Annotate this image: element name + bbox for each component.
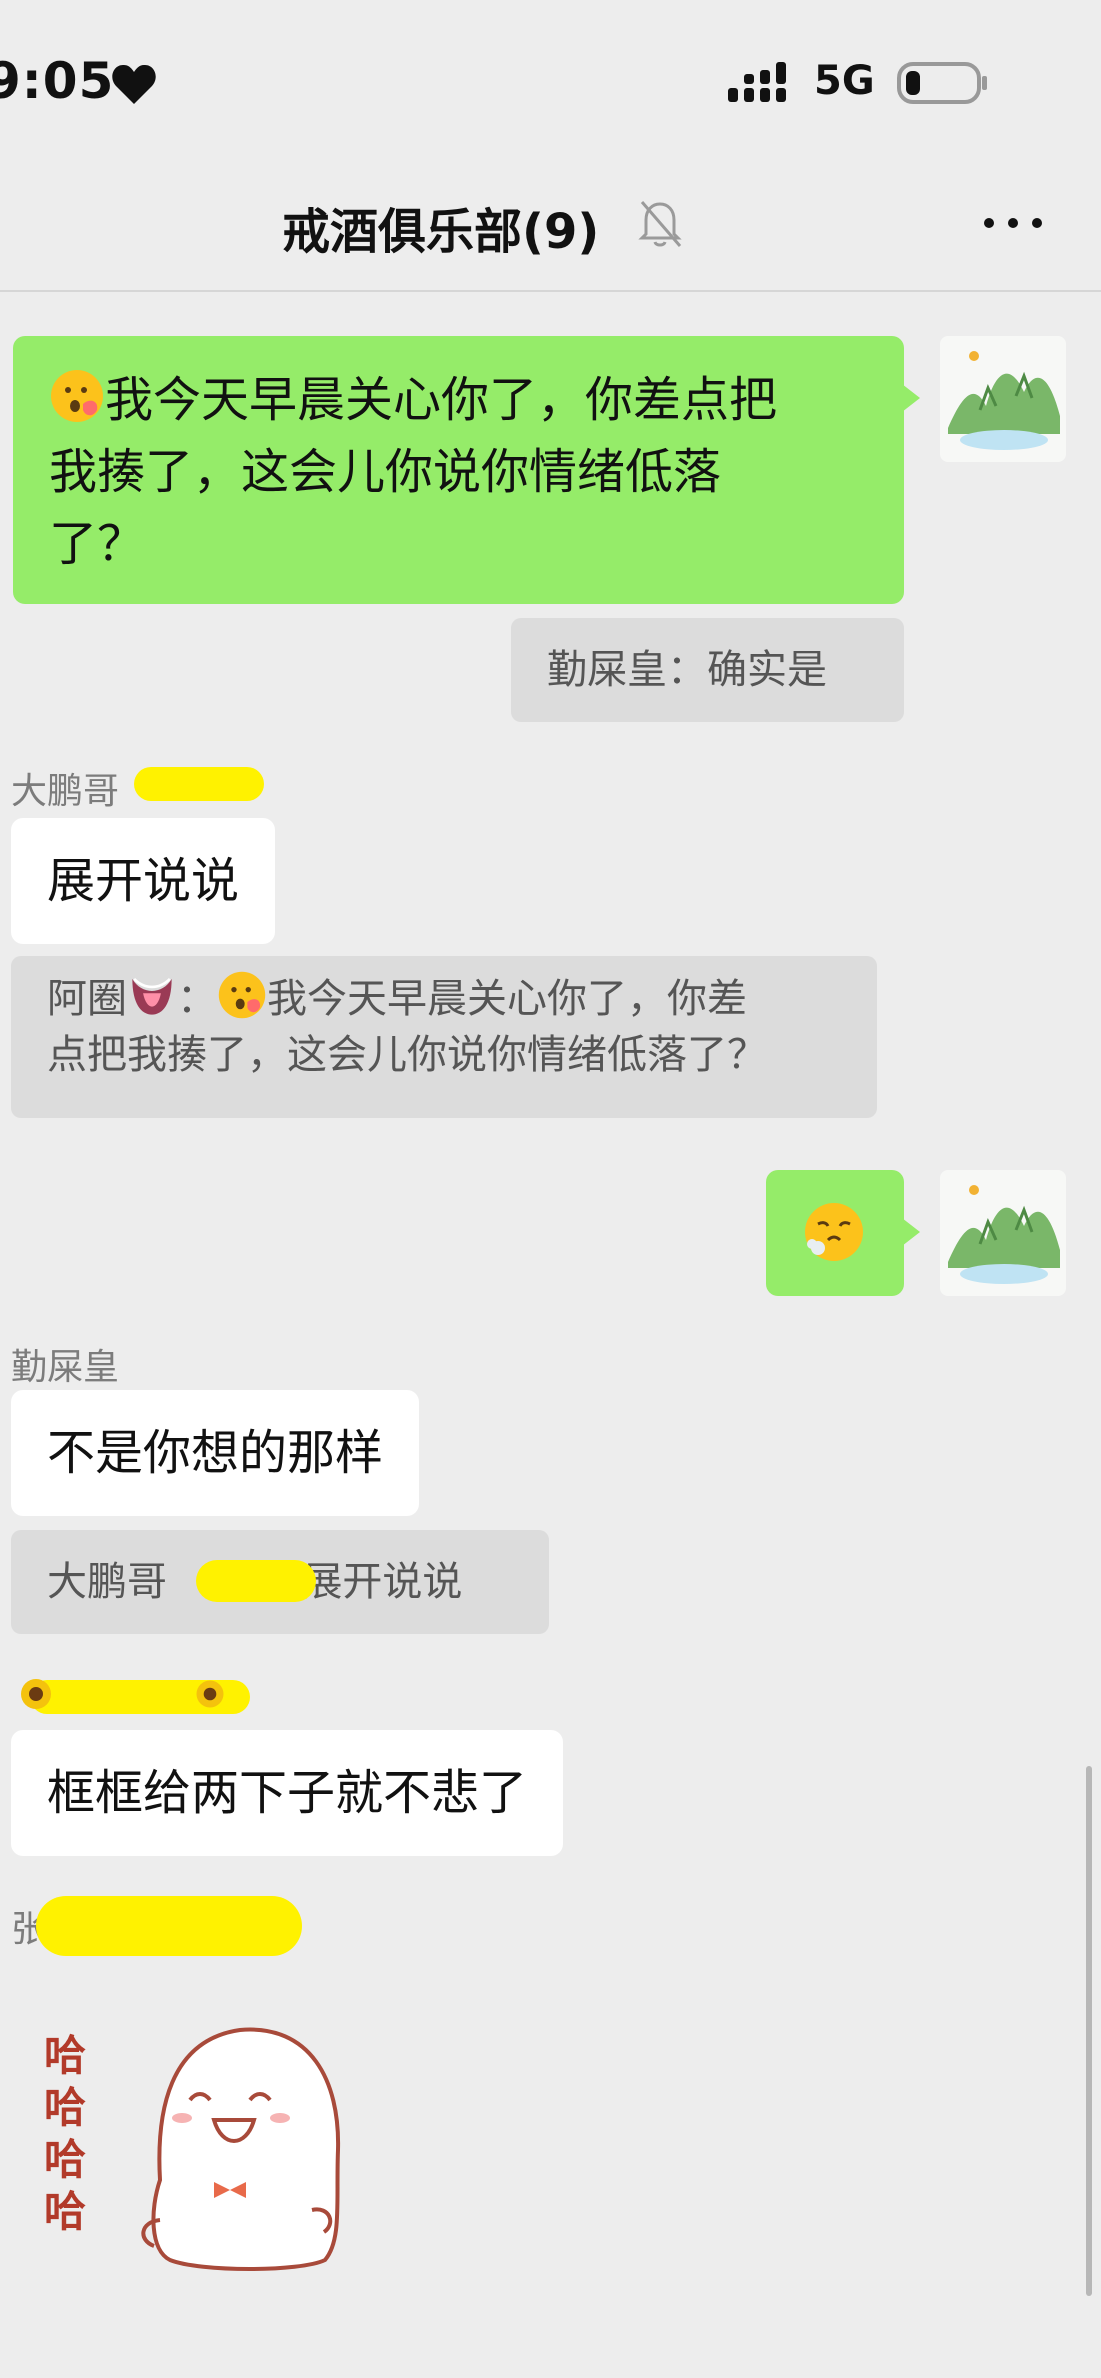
quote-text-line: 点把我揍了，这会儿你说你情绪低落了？ <box>47 1032 767 1078</box>
sticker-message[interactable]: 哈 哈 哈 哈 <box>30 2010 380 2310</box>
more-options-button[interactable] <box>978 208 1050 238</box>
my-avatar[interactable] <box>940 1170 1066 1296</box>
sender-name: 勤屎皇 <box>11 1338 119 1390</box>
chat-header: 戒酒俱乐部(9) <box>0 160 1101 292</box>
kiss-emoji-icon <box>51 370 103 422</box>
sticker-laugh-text: 哈 哈 哈 哈 <box>30 2030 100 2238</box>
status-bar: 9:05 5G <box>0 0 1101 160</box>
mute-icon <box>638 201 682 247</box>
sender-name-text: 大鹏哥 <box>11 771 120 812</box>
redaction-mark <box>134 767 264 801</box>
message-text: 框框给两下子就不悲了 <box>47 1765 528 1821</box>
message-bubble-incoming[interactable]: 展开说说 <box>11 818 276 944</box>
kiss-emoji-icon <box>218 971 266 1019</box>
quote-author: 大鹏哥 <box>47 1559 167 1605</box>
quoted-reply[interactable]: 阿圈 ： 我今天早晨关心你了，你差 点把我揍了，这会儿你说你情绪低落了？ <box>11 956 877 1118</box>
sunflower-icon <box>196 1680 224 1708</box>
message-text: 我今天早晨关心你了，你差点把 我揍了，这会儿你说你情绪低落 了？ <box>49 372 778 572</box>
more-icon-dot <box>1008 218 1018 228</box>
quote-text: 勤屎皇：确实是 <box>547 647 827 693</box>
more-icon-dot <box>1032 218 1042 228</box>
status-time: 9:05 <box>0 52 115 110</box>
redaction-mark <box>196 1560 316 1602</box>
message-bubble-outgoing[interactable] <box>766 1170 920 1296</box>
scrollbar[interactable] <box>1086 1766 1092 2296</box>
message-text: 不是你想的那样 <box>47 1425 384 1481</box>
mountain-avatar-icon <box>948 351 1060 450</box>
ghost-sticker-icon <box>141 2027 341 2271</box>
quote-sep: ： <box>177 976 217 1022</box>
message-text: 展开说说 <box>47 853 240 909</box>
sticker-char: 哈 <box>43 2135 86 2184</box>
heart-icon <box>112 64 156 104</box>
sticker-char: 哈 <box>43 2083 86 2132</box>
message-bubble-outgoing[interactable]: 我今天早晨关心你了，你差点把 我揍了，这会儿你说你情绪低落 了？ <box>13 336 920 604</box>
sender-name-text: 勤屎皇 <box>11 1347 120 1388</box>
network-label: 5G <box>814 58 875 104</box>
sticker-char: 哈 <box>43 2031 86 2080</box>
mountain-avatar-icon <box>948 1185 1060 1284</box>
sigh-emoji-icon <box>805 1203 863 1261</box>
more-icon <box>984 218 994 228</box>
signal-icon <box>728 62 786 102</box>
chat-title[interactable]: 戒酒俱乐部(9) <box>282 192 599 262</box>
my-avatar[interactable] <box>940 336 1066 462</box>
sunflower-icon <box>21 1679 51 1709</box>
redaction-mark <box>36 1896 302 1956</box>
message-bubble-incoming[interactable]: 框框给两下子就不悲了 <box>11 1730 564 1856</box>
quoted-reply[interactable]: 勤屎皇：确实是 <box>511 618 904 722</box>
quote-text: 我今天早晨关心你了，你差 <box>267 976 747 1022</box>
tongue-emoji-icon <box>132 977 172 1015</box>
message-bubble-incoming[interactable]: 不是你想的那样 <box>11 1390 420 1516</box>
sender-name: 大鹏哥 <box>11 762 119 814</box>
quote-author: 阿圈 <box>47 976 127 1022</box>
quote-text: 展开说说 <box>302 1559 463 1605</box>
battery-icon <box>897 62 987 104</box>
sticker-char: 哈 <box>43 2187 86 2236</box>
